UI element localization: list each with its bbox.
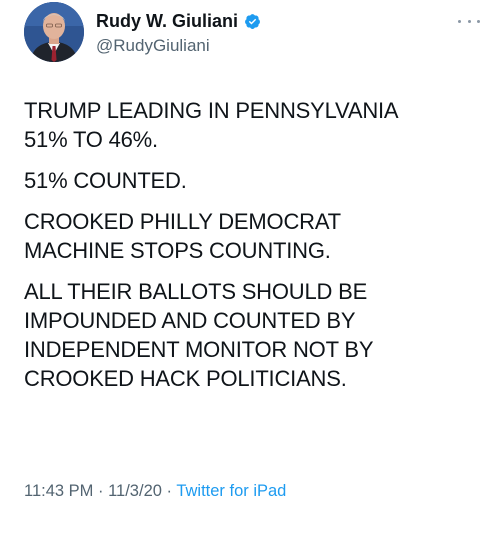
- dot-icon: [467, 19, 471, 23]
- tweet-paragraph: ALL THEIR BALLOTS SHOULD BE IMPOUNDED AN…: [24, 279, 374, 391]
- tweet-card: Rudy W. Giuliani @RudyGiuliani TRUMP LEA…: [0, 0, 500, 546]
- tweet-paragraph: 51% COUNTED.: [24, 168, 187, 193]
- dot-icon: [477, 19, 480, 23]
- tweet-paragraph: TRUMP LEADING IN PENNSYLVANIA 51% TO 46%…: [24, 98, 399, 152]
- tweet-paragraph: CROOKED PHILLY DEMOCRAT MACHINE STOPS CO…: [24, 209, 341, 263]
- meta-separator: ·: [98, 482, 104, 500]
- user-handle[interactable]: @RudyGiuliani: [96, 36, 261, 56]
- avatar-image: [24, 2, 84, 62]
- tweet-time[interactable]: 11:43 PM: [24, 482, 93, 500]
- tweet-header: Rudy W. Giuliani @RudyGiuliani: [24, 2, 484, 66]
- tweet-date[interactable]: 11/3/20: [108, 482, 162, 500]
- more-options-icon[interactable]: [458, 16, 480, 26]
- author-block: Rudy W. Giuliani @RudyGiuliani: [96, 10, 261, 56]
- tweet-source-link[interactable]: Twitter for iPad: [176, 482, 286, 500]
- meta-separator: ·: [166, 482, 173, 500]
- avatar[interactable]: [24, 2, 84, 62]
- display-name[interactable]: Rudy W. Giuliani: [96, 11, 238, 32]
- display-name-row: Rudy W. Giuliani: [96, 10, 261, 32]
- tweet-text: TRUMP LEADING IN PENNSYLVANIA 51% TO 46%…: [24, 96, 489, 393]
- dot-icon: [458, 19, 461, 23]
- tweet-metadata: 11:43 PM · 11/3/20 · Twitter for iPad: [24, 482, 286, 501]
- verified-badge-icon: [244, 13, 261, 30]
